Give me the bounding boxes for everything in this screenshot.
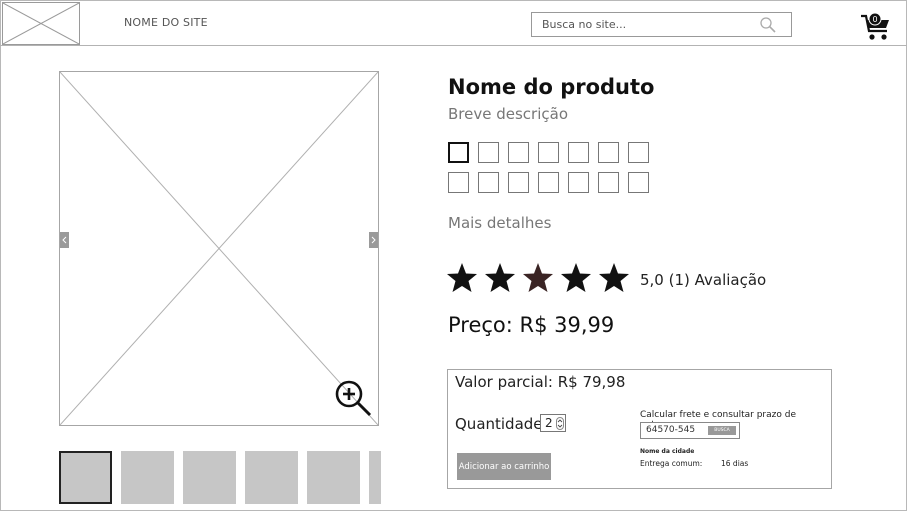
variant-swatch[interactable] — [598, 172, 619, 193]
delivery-days: 16 dias — [721, 459, 749, 468]
partial-value: Valor parcial: R$ 79,98 — [455, 373, 626, 391]
search-icon[interactable] — [759, 16, 777, 34]
quantity-label: Quantidade — [455, 415, 543, 433]
more-details-link[interactable]: Mais detalhes — [448, 214, 551, 232]
thumbnail-strip — [59, 451, 381, 504]
chevron-right-icon — [371, 236, 376, 244]
variant-swatch[interactable] — [478, 142, 499, 163]
variant-swatch[interactable] — [508, 142, 529, 163]
quantity-stepper[interactable]: 2 — [540, 414, 566, 432]
product-name: Nome do produto — [448, 75, 655, 99]
cep-value: 64570-545 — [646, 425, 696, 435]
star-icon[interactable] — [560, 262, 592, 294]
variant-swatch[interactable] — [628, 172, 649, 193]
quantity-value: 2 — [545, 416, 553, 430]
product-thumbnail[interactable] — [307, 451, 360, 504]
variant-swatch[interactable] — [538, 142, 559, 163]
cart-count: 0 — [872, 15, 877, 24]
variant-swatch[interactable] — [538, 172, 559, 193]
gallery-prev-button[interactable] — [60, 232, 69, 248]
site-logo[interactable] — [2, 2, 80, 45]
delivery-label: Entrega comum: — [640, 459, 703, 468]
star-icon[interactable] — [598, 262, 630, 294]
variant-swatch[interactable] — [478, 172, 499, 193]
zoom-in-icon[interactable] — [335, 380, 373, 418]
chevron-left-icon — [62, 236, 67, 244]
variant-swatch[interactable] — [448, 142, 469, 163]
search-box — [531, 12, 792, 37]
gallery-next-button[interactable] — [369, 232, 378, 248]
variant-swatch[interactable] — [568, 142, 589, 163]
product-price: Preço: R$ 39,99 — [448, 313, 615, 337]
product-thumbnail[interactable] — [245, 451, 298, 504]
variant-swatches — [448, 142, 658, 196]
product-thumbnail[interactable] — [369, 451, 381, 504]
purchase-box: Valor parcial: R$ 79,98 Quantidade 2 Adi… — [447, 369, 832, 489]
product-description: Breve descrição — [448, 105, 568, 123]
star-icon[interactable] — [522, 262, 554, 294]
site-header: NOME DO SITE 0 — [0, 0, 907, 46]
variant-swatch[interactable] — [598, 142, 619, 163]
cep-field[interactable]: 64570-545 BUSCA — [640, 422, 740, 439]
image-placeholder-icon — [60, 72, 378, 425]
variant-swatch[interactable] — [508, 172, 529, 193]
logo-placeholder-icon — [2, 2, 80, 45]
search-input[interactable] — [532, 13, 752, 36]
cep-search-button[interactable]: BUSCA — [708, 426, 736, 435]
cart-icon[interactable]: 0 — [860, 12, 892, 42]
variant-swatch[interactable] — [628, 142, 649, 163]
rating-text[interactable]: 5,0 (1) Avaliação — [640, 271, 766, 289]
star-icon[interactable] — [446, 262, 478, 294]
star-icon[interactable] — [484, 262, 516, 294]
variant-swatch[interactable] — [568, 172, 589, 193]
stepper-arrows-icon[interactable] — [556, 417, 564, 430]
product-thumbnail[interactable] — [59, 451, 112, 504]
product-thumbnail[interactable] — [121, 451, 174, 504]
site-name[interactable]: NOME DO SITE — [124, 16, 208, 29]
main-product-image[interactable] — [59, 71, 379, 426]
city-name: Nome da cidade — [640, 448, 695, 455]
add-to-cart-button[interactable]: Adicionar ao carrinho — [457, 453, 551, 480]
product-thumbnail[interactable] — [183, 451, 236, 504]
variant-swatch[interactable] — [448, 172, 469, 193]
